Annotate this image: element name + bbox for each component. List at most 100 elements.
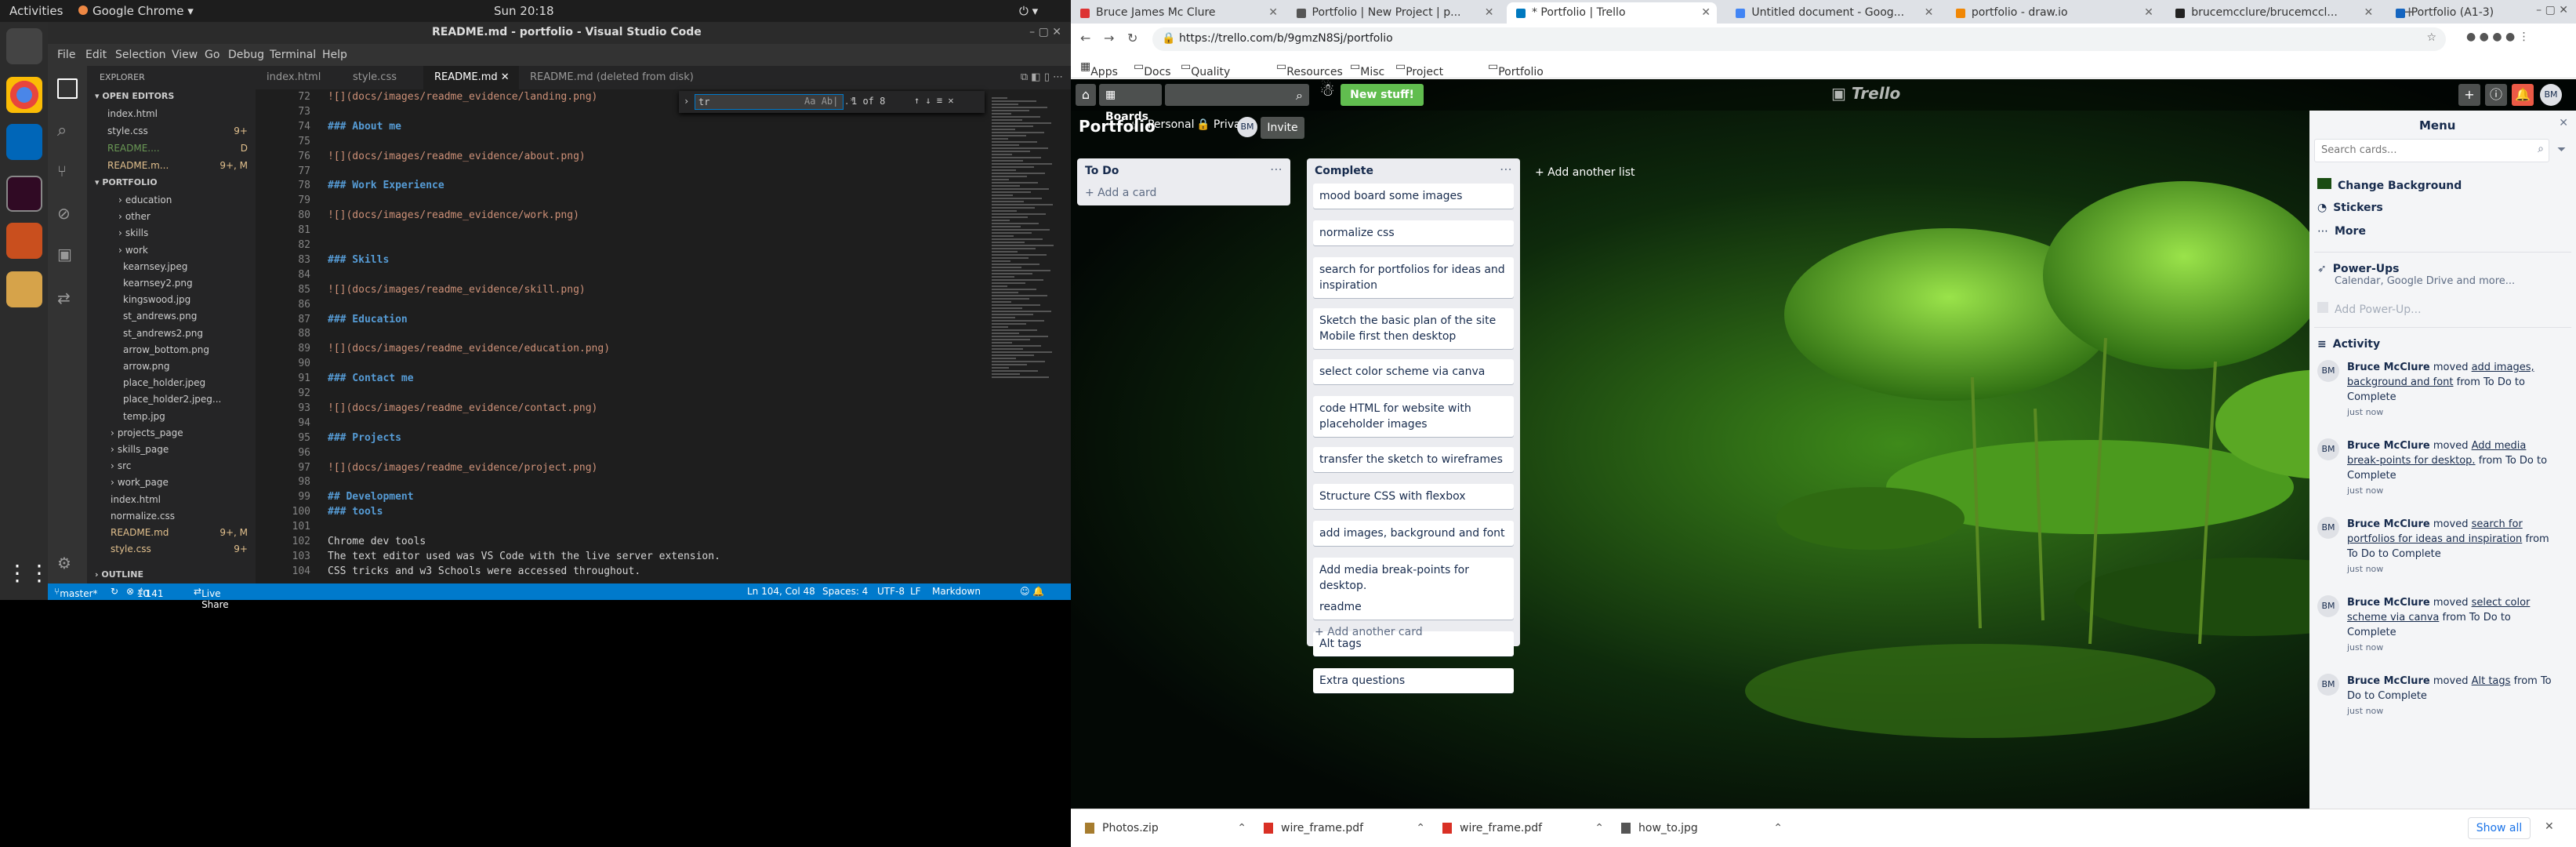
chrome-tab[interactable]: * Portfolio | Trello ✕ bbox=[1506, 2, 1717, 24]
activity-user[interactable]: Bruce McClure bbox=[2347, 675, 2430, 687]
member-avatar[interactable]: BM bbox=[2540, 84, 2562, 106]
board-name[interactable]: Portfolio bbox=[1079, 117, 1156, 136]
board-member-avatar[interactable]: BM bbox=[1237, 117, 1257, 137]
file-item[interactable]: README.md 9+, M bbox=[87, 524, 256, 541]
activity-user[interactable]: Bruce McClure bbox=[2347, 440, 2430, 452]
avatar[interactable]: BM bbox=[2317, 360, 2339, 382]
bookmark-docs[interactable]: ▭ Docs bbox=[1134, 60, 1171, 78]
invite-button[interactable]: Invite bbox=[1261, 117, 1304, 139]
power-ups-item[interactable]: ➶ Power-Ups Calendar, Google Drive and mo… bbox=[2317, 263, 2568, 294]
window-controls[interactable]: – ▢ ✕ bbox=[1029, 26, 1061, 38]
file-item[interactable]: st_andrews2.png bbox=[87, 325, 256, 342]
folder-item[interactable]: › projects_page bbox=[87, 424, 256, 442]
file-item[interactable]: place_holder.jpeg bbox=[87, 374, 256, 391]
file-item[interactable]: kearnsey.jpeg bbox=[87, 258, 256, 275]
menu-selection[interactable]: Selection bbox=[115, 49, 166, 61]
list-menu-icon[interactable]: ⋯ bbox=[1500, 162, 1512, 176]
files-icon[interactable] bbox=[6, 28, 42, 64]
file-item[interactable]: kearnsey2.png bbox=[87, 274, 256, 292]
activity-time[interactable]: just now bbox=[2347, 703, 2559, 718]
document-viewer-dock-icon[interactable] bbox=[6, 271, 42, 307]
download-item[interactable]: how_to.jpg ⌃ bbox=[1615, 809, 1794, 847]
file-item[interactable]: arrow.png bbox=[87, 358, 256, 375]
source-control-icon[interactable]: ⑂ bbox=[57, 162, 67, 180]
chevron-up-icon[interactable]: ⌃ bbox=[1595, 809, 1604, 847]
avatar[interactable]: BM bbox=[2317, 595, 2339, 617]
explorer-icon[interactable] bbox=[57, 78, 78, 99]
file-item[interactable]: arrow_bottom.png bbox=[87, 341, 256, 358]
close-icon[interactable]: ✕ bbox=[1268, 2, 1278, 24]
chrome-tab[interactable]: Untitled document - Goog... ✕ bbox=[1726, 2, 1939, 24]
eol[interactable]: LF bbox=[910, 586, 921, 597]
tab-readme-active[interactable]: README.md ✕ bbox=[423, 66, 519, 89]
menu-file[interactable]: File bbox=[57, 49, 75, 61]
minimap[interactable] bbox=[989, 89, 1071, 583]
trello-card[interactable]: Sketch the basic plan of the site Mobile… bbox=[1313, 308, 1514, 349]
git-branch[interactable]: ⑂ master* bbox=[54, 586, 98, 599]
editor-actions[interactable]: ⧉ ◧ ▯ ⋯ bbox=[1021, 71, 1063, 83]
extensions-icon[interactable]: ▣ bbox=[57, 245, 72, 264]
find-nav[interactable]: ↑ ↓ ≡ ✕ bbox=[914, 95, 954, 106]
folder-item[interactable]: › other bbox=[87, 208, 256, 225]
chrome-dock-icon[interactable] bbox=[6, 77, 42, 113]
close-downloads-icon[interactable]: ✕ bbox=[2545, 820, 2554, 833]
activity-user[interactable]: Bruce McClure bbox=[2347, 597, 2430, 609]
info-icon[interactable]: ⓘ bbox=[2485, 84, 2507, 106]
open-editor-item[interactable]: README.... D bbox=[87, 140, 256, 157]
folder-item[interactable]: › work_page bbox=[87, 474, 256, 491]
open-editor-item[interactable]: README.m... 9+, M bbox=[87, 157, 256, 174]
code-editor[interactable]: 72 ![](docs/images/readme_evidence/landin… bbox=[256, 89, 1071, 583]
file-item[interactable]: normalize.css bbox=[87, 507, 256, 525]
activity-user[interactable]: Bruce McClure bbox=[2347, 362, 2430, 373]
app-menu[interactable]: Google Chrome ▾ bbox=[78, 4, 194, 18]
file-item[interactable]: st_andrews.png bbox=[87, 307, 256, 325]
folder-item[interactable]: › skills bbox=[87, 224, 256, 242]
home-icon[interactable]: ⌂ bbox=[1076, 84, 1096, 106]
create-plus-icon[interactable]: + bbox=[2458, 84, 2480, 106]
toggle-replace-icon[interactable]: › bbox=[684, 96, 689, 107]
more-item[interactable]: ⋯ More bbox=[2317, 225, 2568, 242]
omnibox[interactable]: 🔒 https://trello.com/b/9gmzN8Sj/portfoli… bbox=[1152, 27, 2446, 51]
trello-card[interactable]: code HTML for website with placeholder i… bbox=[1313, 396, 1514, 437]
show-apps-icon[interactable]: ⋮⋮ bbox=[6, 555, 50, 591]
bell-icon[interactable]: 🔔 bbox=[2512, 84, 2534, 106]
close-icon[interactable]: ✕ bbox=[1925, 2, 1934, 24]
feedback-icon[interactable]: ☺ 🔔 bbox=[1020, 586, 1044, 597]
chrome-tab[interactable]: Bruce James Mc Clure ✕ bbox=[1071, 2, 1284, 24]
close-icon[interactable]: ✕ bbox=[1701, 2, 1711, 24]
boards-button[interactable]: ▦ Boards bbox=[1099, 84, 1162, 123]
settings-dock-icon[interactable] bbox=[6, 223, 42, 259]
debug-icon[interactable]: ⊘ bbox=[57, 204, 71, 223]
extension-icons[interactable]: ● ● ● ● ⋮ bbox=[2466, 31, 2530, 43]
trello-card[interactable]: Add media break-points for desktop. bbox=[1313, 558, 1514, 598]
search-cards-field[interactable] bbox=[2315, 140, 2519, 160]
avatar[interactable]: BM bbox=[2317, 438, 2339, 460]
bookmark-resources[interactable]: ▭ Resources bbox=[1276, 60, 1343, 78]
activity-user[interactable]: Bruce McClure bbox=[2347, 518, 2430, 530]
close-icon[interactable]: ✕ bbox=[1485, 2, 1494, 24]
find-options[interactable]: Aa Ab| .* bbox=[804, 96, 855, 107]
add-list-button[interactable]: + Add another list bbox=[1527, 158, 1684, 187]
file-item[interactable]: place_holder2.jpeg... bbox=[87, 391, 256, 408]
trello-logo[interactable]: ▣ Trello bbox=[1831, 84, 1900, 103]
show-all-button[interactable]: Show all bbox=[2468, 817, 2531, 839]
menu-go[interactable]: Go bbox=[205, 49, 220, 61]
bookmark-star-icon[interactable]: ☆ bbox=[2426, 31, 2436, 44]
file-item[interactable]: temp.jpg bbox=[87, 408, 256, 425]
encoding[interactable]: UTF-8 bbox=[877, 586, 905, 597]
star-icon[interactable]: ☆ bbox=[1127, 118, 1138, 133]
avatar[interactable]: BM bbox=[2317, 674, 2339, 696]
close-icon[interactable]: ✕ bbox=[2559, 117, 2568, 129]
download-item[interactable]: wire_frame.pdf ⌃ bbox=[1257, 809, 1436, 847]
list-menu-icon[interactable]: ⋯ bbox=[1270, 162, 1283, 176]
gear-icon[interactable]: ⚙ bbox=[57, 554, 71, 573]
list-title[interactable]: Complete bbox=[1315, 165, 1373, 177]
trello-card[interactable]: Extra questions bbox=[1313, 668, 1514, 693]
window-controls[interactable]: – ▢ ✕ bbox=[2536, 4, 2568, 16]
trello-card[interactable]: transfer the sketch to wireframes bbox=[1313, 447, 1514, 472]
add-card-button[interactable]: + Add another card bbox=[1315, 626, 1423, 638]
chrome-tab[interactable]: portfolio - draw.io ✕ bbox=[1947, 2, 2160, 24]
activity-time[interactable]: just now bbox=[2347, 405, 2559, 420]
bookmark-quality-of-life[interactable]: ▭ Quality of life bbox=[1181, 60, 1230, 91]
folder-item[interactable]: › skills_page bbox=[87, 441, 256, 458]
